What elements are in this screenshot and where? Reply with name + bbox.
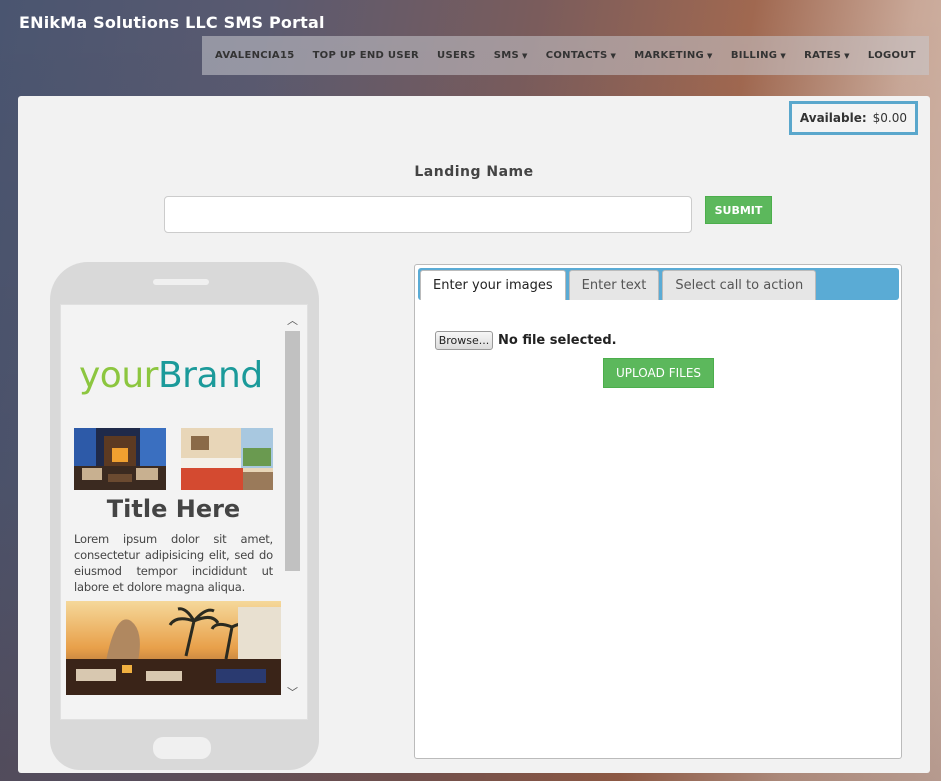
browse-button[interactable]: Browse... [435, 331, 493, 350]
phone-screen: ︿ ﹀ yourBrand Title Here Lorem ipsum dol… [60, 304, 308, 720]
landing-name-input[interactable] [164, 196, 692, 233]
nav-item-label: BILLING [730, 50, 778, 61]
brand-logo-part1: your [79, 355, 158, 396]
submit-button[interactable]: SUBMIT [705, 196, 772, 224]
file-status-text: No file selected. [498, 333, 617, 348]
balance-badge: Available: $0.00 [788, 101, 918, 135]
chevron-down-icon[interactable]: ﹀ [284, 686, 301, 700]
brand-logo: yourBrand [79, 355, 263, 396]
nav-item-rates[interactable]: RATES ▼ [804, 50, 850, 61]
upload-files-button[interactable]: UPLOAD FILES [603, 358, 714, 388]
tab-images[interactable]: Enter your images [420, 270, 566, 300]
nav-item-label: RATES [804, 50, 842, 61]
nav-item-users[interactable]: USERS [437, 50, 476, 61]
nav-item-label: CONTACTS [545, 50, 608, 61]
landing-name-label: Landing Name [414, 164, 534, 180]
top-navbar: AVALENCIA15 TOP UP END USER USERS SMS ▼ C… [202, 36, 929, 75]
nav-item-marketing[interactable]: MARKETING ▼ [634, 50, 712, 61]
tab-call-to-action[interactable]: Select call to action [662, 270, 817, 300]
preview-scrollbar[interactable]: ︿ ﹀ [284, 311, 301, 699]
bedroom-image [181, 428, 273, 490]
caret-down-icon: ▼ [610, 52, 617, 60]
scrollbar-thumb[interactable] [285, 331, 300, 571]
caret-down-icon: ▼ [707, 52, 713, 60]
nav-item-label: MARKETING [634, 50, 705, 61]
resort-image [66, 601, 281, 695]
tab-text[interactable]: Enter text [568, 270, 660, 300]
caret-down-icon: ▼ [521, 52, 528, 60]
nav-item-top-up[interactable]: TOP UP END USER [313, 50, 419, 61]
caret-down-icon: ▼ [844, 52, 850, 60]
chevron-up-icon[interactable]: ︿ [284, 314, 301, 328]
lobby-image [74, 428, 166, 490]
nav-item-contacts[interactable]: CONTACTS ▼ [546, 50, 616, 61]
nav-item-logout[interactable]: LOGOUT [868, 50, 916, 61]
nav-item-label: TOP UP END USER [312, 50, 419, 61]
phone-preview: ︿ ﹀ yourBrand Title Here Lorem ipsum dol… [50, 262, 319, 770]
nav-item-billing[interactable]: BILLING ▼ [731, 50, 786, 61]
balance-value: $0.00 [872, 111, 907, 125]
phone-speaker [153, 279, 209, 285]
phone-home-button [153, 737, 211, 759]
nav-item-sms[interactable]: SMS ▼ [494, 50, 528, 61]
preview-body-text: Lorem ipsum dolor sit amet, consectetur … [74, 532, 273, 594]
preview-title: Title Here [106, 495, 241, 523]
main-panel: Available: $0.00 Landing Name SUBMIT ︿ ﹀ … [18, 96, 930, 773]
balance-label: Available: [799, 111, 867, 125]
brand-logo-part2: Brand [157, 355, 263, 396]
file-picker: Browse... No file selected. [435, 331, 617, 350]
nav-item-label: SMS [493, 50, 519, 61]
tabs-bar: Enter your images Enter text Select call… [418, 268, 899, 300]
nav-item-account[interactable]: AVALENCIA15 [215, 50, 294, 61]
content-tabs-panel: Enter your images Enter text Select call… [414, 264, 902, 759]
nav-item-label: LOGOUT [867, 50, 916, 61]
portal-title: ENikMa Solutions LLC SMS Portal [19, 13, 325, 32]
nav-item-label: USERS [437, 50, 476, 61]
nav-item-label: AVALENCIA15 [215, 50, 295, 61]
caret-down-icon: ▼ [780, 52, 786, 60]
